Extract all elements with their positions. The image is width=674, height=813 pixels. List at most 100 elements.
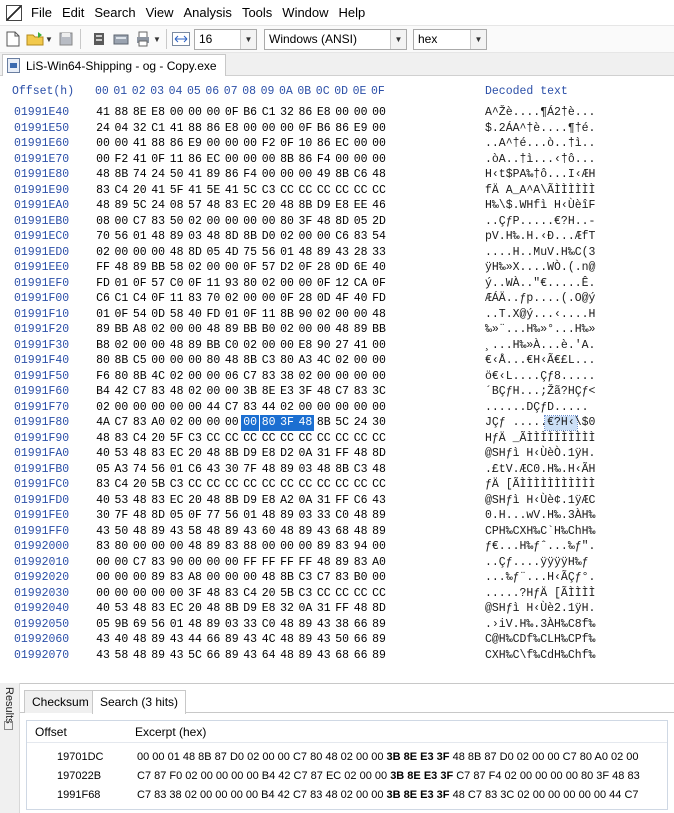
hex-byte[interactable]: 48 [204, 493, 222, 509]
hex-byte[interactable]: 40 [352, 291, 370, 307]
decoded-text[interactable]: H‰\$.WHfì H‹ÙèîF [485, 198, 595, 214]
hex-byte[interactable]: 74 [131, 462, 149, 478]
file-tab[interactable]: LiS-Win64-Shipping - og - Copy.exe [2, 54, 226, 76]
hex-byte[interactable]: 89 [370, 617, 388, 633]
hex-byte[interactable]: 00 [260, 152, 278, 168]
hex-byte[interactable]: 4F [333, 291, 351, 307]
hex-byte[interactable]: D9 [241, 601, 259, 617]
hex-byte[interactable]: 43 [315, 632, 333, 648]
hex-byte[interactable]: 89 [370, 648, 388, 664]
hex-byte[interactable]: 88 [112, 105, 130, 121]
hex-byte[interactable]: 57 [260, 260, 278, 276]
hex-byte[interactable]: 00 [223, 570, 241, 586]
hex-byte[interactable]: FF [333, 493, 351, 509]
hex-byte[interactable]: 20 [149, 431, 167, 447]
hex-byte[interactable]: 89 [168, 229, 186, 245]
menu-help[interactable]: Help [334, 0, 371, 25]
decoded-text[interactable]: 0.H...wV.H‰.3ÀH‰ [485, 508, 595, 524]
result-row[interactable]: 19701DC 00 00 01 48 8B 87 D0 02 00 00 C7 … [27, 748, 667, 766]
hex-byte[interactable]: 8B [223, 601, 241, 617]
hex-byte[interactable]: 0F [278, 136, 296, 152]
hex-byte[interactable]: 83 [223, 539, 241, 555]
hex-byte[interactable]: CC [315, 586, 333, 602]
hex-byte[interactable]: 83 [112, 431, 130, 447]
decoded-text[interactable]: ƒ€...H‰ƒˆ...‰ƒ". [485, 539, 595, 555]
hex-byte[interactable]: 43 [168, 632, 186, 648]
hex-byte[interactable]: 27 [333, 338, 351, 354]
hex-byte[interactable]: F2 [260, 136, 278, 152]
hex-byte[interactable]: 00 [315, 229, 333, 245]
hex-byte[interactable]: CC [278, 183, 296, 199]
hex-byte[interactable]: 44 [260, 400, 278, 416]
hex-byte[interactable]: 8B [223, 446, 241, 462]
hex-byte[interactable]: CC [223, 431, 241, 447]
hex-byte[interactable]: C6 [333, 229, 351, 245]
hex-byte[interactable]: 05 [94, 462, 112, 478]
decoded-text[interactable]: ..ÇƒP.....€?H..- [485, 214, 595, 230]
decoded-text[interactable]: .....?HƒÄ [ÃÌÌÌÌ [485, 586, 595, 602]
hex-byte[interactable]: 33 [370, 245, 388, 261]
hex-byte[interactable]: D9 [315, 198, 333, 214]
hex-byte[interactable]: 89 [223, 632, 241, 648]
hex-byte[interactable]: CC [186, 477, 204, 493]
hex-byte[interactable]: 00 [370, 369, 388, 385]
hex-byte[interactable]: CC [315, 183, 333, 199]
hex-byte[interactable]: 32 [131, 121, 149, 137]
decoded-text[interactable]: ¸...H‰»À...è.'A. [485, 338, 595, 354]
hex-byte[interactable]: 41 [168, 121, 186, 137]
hex-byte[interactable]: FF [296, 555, 314, 571]
hex-byte[interactable]: B0 [260, 322, 278, 338]
hex-byte[interactable]: 8B [241, 229, 259, 245]
hex-byte[interactable]: 00 [241, 570, 259, 586]
hex-byte[interactable]: 40 [94, 493, 112, 509]
hex-byte[interactable]: 11 [204, 276, 222, 292]
hex-byte[interactable]: 0F [278, 291, 296, 307]
menu-edit[interactable]: Edit [57, 0, 89, 25]
hex-byte[interactable]: 5C [333, 415, 351, 431]
hex-byte[interactable]: 00 [186, 353, 204, 369]
hex-byte[interactable]: C7 [315, 570, 333, 586]
hex-byte[interactable]: 43 [168, 524, 186, 540]
hex-byte[interactable]: 03 [296, 462, 314, 478]
hex-byte[interactable]: 83 [333, 539, 351, 555]
hex-byte[interactable]: 48 [333, 322, 351, 338]
decoded-text[interactable]: @SHƒì H‹Ùè2.1ÿH. [485, 601, 595, 617]
hex-byte[interactable]: 0F [241, 260, 259, 276]
hex-byte[interactable]: 48 [260, 508, 278, 524]
hex-byte[interactable]: 89 [333, 555, 351, 571]
hex-byte[interactable]: 3F [278, 415, 296, 431]
hex-byte[interactable]: CC [352, 183, 370, 199]
hex-byte[interactable]: 00 [131, 338, 149, 354]
hex-byte[interactable]: C3 [260, 183, 278, 199]
hex-byte[interactable]: EC [204, 152, 222, 168]
hex-byte[interactable]: 02 [168, 415, 186, 431]
hex-byte[interactable]: 00 [278, 338, 296, 354]
hex-byte[interactable]: 89 [149, 632, 167, 648]
hex-byte[interactable]: 02 [186, 260, 204, 276]
hex-byte[interactable]: 00 [352, 136, 370, 152]
hex-byte[interactable]: 58 [112, 648, 130, 664]
hex-byte[interactable]: 88 [186, 121, 204, 137]
hex-byte[interactable]: FD [204, 307, 222, 323]
decoded-text[interactable]: CPH‰CXH‰C`H‰ChH‰ [485, 524, 595, 540]
hex-byte[interactable]: E8 [260, 446, 278, 462]
hex-byte[interactable]: 48 [315, 462, 333, 478]
hex-byte[interactable]: 66 [204, 648, 222, 664]
encoding-select[interactable]: Windows (ANSI) ▼ [264, 28, 407, 50]
offset-column-header[interactable]: Offset [35, 725, 67, 739]
hex-byte[interactable]: BB [204, 338, 222, 354]
hex-byte[interactable]: 0F [370, 276, 388, 292]
hex-byte[interactable]: 90 [315, 338, 333, 354]
hex-byte[interactable]: 01 [241, 508, 259, 524]
hex-byte[interactable]: 00 [131, 586, 149, 602]
hex-byte[interactable]: 10 [296, 136, 314, 152]
hex-byte[interactable]: CC [296, 431, 314, 447]
hex-byte[interactable]: 0D [315, 291, 333, 307]
hex-byte[interactable]: E9 [352, 121, 370, 137]
hex-byte[interactable]: 8B [241, 353, 259, 369]
hex-byte[interactable]: 00 [241, 136, 259, 152]
hex-byte[interactable]: 00 [278, 121, 296, 137]
hex-byte[interactable]: C3 [186, 431, 204, 447]
hex-byte[interactable]: 00 [370, 400, 388, 416]
hex-byte[interactable]: 4A [94, 415, 112, 431]
